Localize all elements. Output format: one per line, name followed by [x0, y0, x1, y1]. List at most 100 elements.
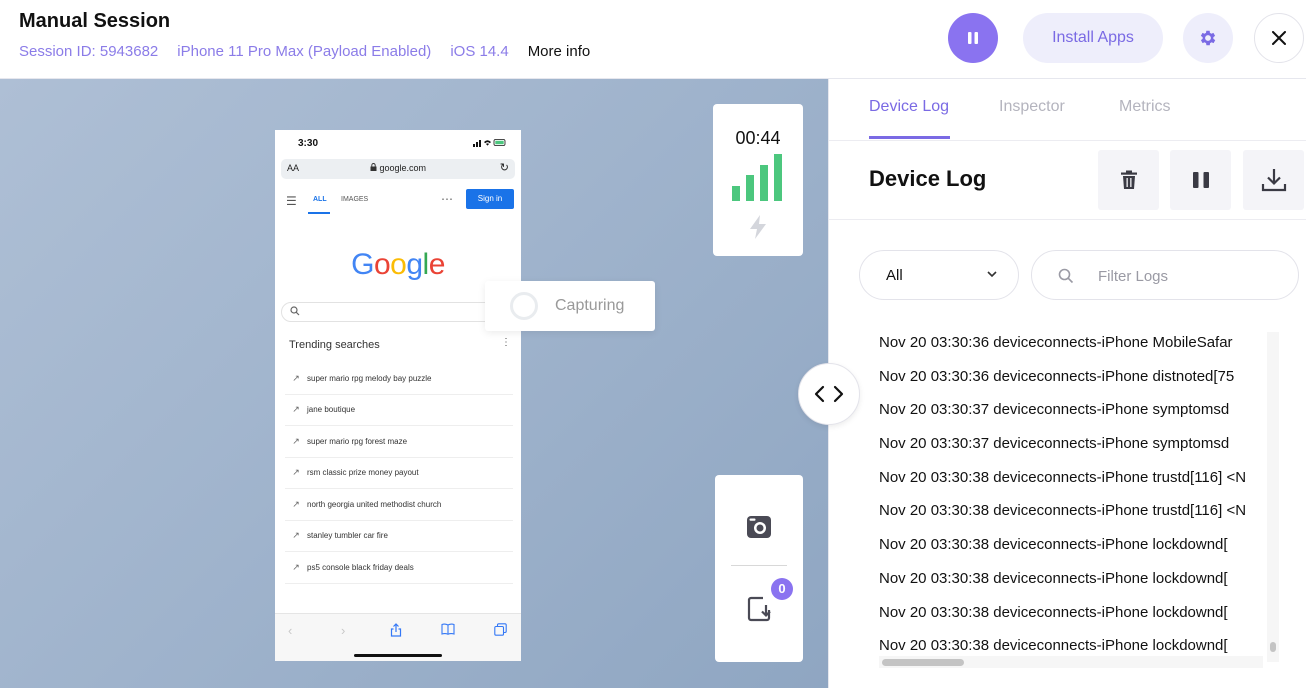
- url-text: google.com: [281, 163, 515, 173]
- tabs-icon[interactable]: [494, 623, 507, 639]
- url-value: google.com: [379, 163, 427, 173]
- trending-arrow-icon: ↗: [292, 372, 300, 383]
- filter-logs-input[interactable]: [1098, 264, 1288, 288]
- pause-icon: [1192, 172, 1209, 188]
- spinner-icon: [510, 292, 538, 320]
- log-line: Nov 20 03:30:36 deviceconnects-iPhone di…: [879, 367, 1235, 385]
- pause-session-button[interactable]: [948, 13, 998, 63]
- settings-button[interactable]: [1183, 13, 1233, 63]
- battery-charging-icon: [750, 215, 766, 239]
- trending-item[interactable]: ↗ rsm classic prize money payout: [285, 458, 513, 489]
- session-timer-panel: 00:44: [713, 104, 803, 256]
- tab-metrics[interactable]: Metrics: [1119, 98, 1171, 116]
- google-nav: ☰ ALL IMAGES ⋯ Sign in: [275, 188, 521, 214]
- bookmarks-icon[interactable]: [441, 623, 455, 638]
- session-timer: 00:44: [735, 128, 781, 148]
- side-panel: Device Log Inspector Metrics Device Log …: [828, 79, 1306, 688]
- session-info-row: Session ID: 5943682 iPhone 11 Pro Max (P…: [19, 43, 590, 60]
- session-id: Session ID: 5943682: [19, 43, 159, 60]
- os-version: iOS 14.4: [450, 43, 509, 60]
- active-tab-underline: [869, 136, 950, 139]
- capture-tools-panel: 0: [715, 475, 803, 662]
- log-line: Nov 20 03:30:37 deviceconnects-iPhone sy…: [879, 435, 1230, 453]
- trending-list: ↗ super mario rpg melody bay puzzle ↗ jane…: [285, 363, 513, 584]
- google-search-input[interactable]: [281, 302, 515, 322]
- trending-title: Trending searches: [289, 339, 380, 351]
- apps-grid-icon[interactable]: ⋯: [441, 192, 453, 206]
- log-vertical-scrollbar[interactable]: [1267, 332, 1279, 662]
- download-tray-icon: [747, 596, 771, 622]
- log-level-select[interactable]: All: [859, 250, 1019, 300]
- forward-icon[interactable]: ›: [341, 623, 345, 638]
- trending-item[interactable]: ↗ ps5 console black friday deals: [285, 552, 513, 584]
- phone-status-icons: [473, 138, 507, 149]
- trending-item[interactable]: ↗ north georgia united methodist church: [285, 489, 513, 521]
- more-options-icon[interactable]: ⋮: [501, 337, 511, 348]
- device-stage: 3:30 AA google.com ↻ ☰ ALL IMAGES ⋯ Sign…: [0, 79, 828, 688]
- back-icon[interactable]: ‹: [288, 623, 292, 638]
- code-arrows-icon: [814, 385, 844, 403]
- install-apps-button[interactable]: Install Apps: [1023, 13, 1163, 63]
- divider: [829, 219, 1306, 220]
- clear-logs-button[interactable]: [1098, 150, 1159, 210]
- trash-icon: [1120, 170, 1137, 189]
- search-icon: [1058, 268, 1074, 284]
- pause-logs-button[interactable]: [1170, 150, 1231, 210]
- trending-arrow-icon: ↗: [292, 404, 300, 415]
- screenshot-button[interactable]: [746, 514, 772, 545]
- tab-device-log[interactable]: Device Log: [869, 98, 949, 116]
- search-icon: [290, 306, 300, 318]
- trending-arrow-icon: ↗: [292, 435, 300, 446]
- page-title: Manual Session: [19, 10, 171, 32]
- lock-icon: [370, 163, 377, 171]
- trending-item[interactable]: ↗ super mario rpg melody bay puzzle: [285, 363, 513, 395]
- safari-address-bar[interactable]: AA google.com ↻: [281, 159, 515, 179]
- pause-icon: [968, 32, 978, 44]
- safari-toolbar: ‹ ›: [275, 613, 521, 661]
- log-list: Nov 20 03:30:36 deviceconnects-iPhone Mo…: [879, 332, 1263, 662]
- device-name: iPhone 11 Pro Max (Payload Enabled): [177, 43, 432, 60]
- phone-status-bar: 3:30: [275, 130, 521, 156]
- google-logo: Google: [351, 248, 445, 281]
- tab-all[interactable]: ALL: [313, 196, 327, 203]
- downloads-button[interactable]: [746, 595, 774, 628]
- chevron-down-icon: [987, 271, 997, 278]
- downloads-count-badge: 0: [771, 578, 793, 600]
- log-line: Nov 20 03:30:38 deviceconnects-iPhone lo…: [879, 569, 1228, 587]
- reload-icon[interactable]: ↻: [500, 161, 509, 174]
- scrollbar-thumb[interactable]: [1270, 642, 1276, 652]
- download-icon: [1261, 169, 1286, 192]
- filter-logs-field[interactable]: [1031, 250, 1299, 300]
- session-header: Manual Session Session ID: 5943682 iPhon…: [0, 0, 1306, 79]
- scrollbar-thumb[interactable]: [882, 659, 964, 666]
- hamburger-menu-icon[interactable]: ☰: [286, 194, 297, 208]
- tab-images[interactable]: IMAGES: [341, 196, 368, 203]
- trending-item[interactable]: ↗ jane boutique: [285, 395, 513, 426]
- trending-arrow-icon: ↗: [292, 561, 300, 572]
- gear-icon: [1200, 30, 1216, 46]
- trending-arrow-icon: ↗: [292, 498, 300, 509]
- trending-item[interactable]: ↗ stanley tumbler car fire: [285, 521, 513, 552]
- log-level-value: All: [886, 267, 903, 284]
- panel-tabs: Device Log Inspector Metrics: [829, 79, 1306, 141]
- tab-all-underline: [308, 212, 330, 214]
- panel-toggle-button[interactable]: [798, 363, 860, 425]
- log-horizontal-scrollbar[interactable]: [879, 656, 1263, 668]
- share-icon[interactable]: [390, 623, 402, 640]
- tab-inspector[interactable]: Inspector: [999, 98, 1065, 116]
- close-session-button[interactable]: [1254, 13, 1304, 63]
- sign-in-button[interactable]: Sign in: [466, 189, 514, 209]
- log-line: Nov 20 03:30:36 deviceconnects-iPhone Mo…: [879, 334, 1233, 351]
- more-info-link[interactable]: More info: [528, 43, 591, 60]
- trending-arrow-icon: ↗: [292, 530, 300, 541]
- download-logs-button[interactable]: [1243, 150, 1304, 210]
- log-line: Nov 20 03:30:38 deviceconnects-iPhone lo…: [879, 536, 1228, 554]
- capturing-label: Capturing: [555, 297, 625, 314]
- log-line: Nov 20 03:30:37 deviceconnects-iPhone sy…: [879, 401, 1230, 419]
- divider: [731, 565, 787, 566]
- device-screen[interactable]: 3:30 AA google.com ↻ ☰ ALL IMAGES ⋯ Sign…: [275, 130, 521, 661]
- home-indicator: [354, 654, 442, 657]
- signal-icon: [473, 139, 506, 147]
- trending-item[interactable]: ↗ super mario rpg forest maze: [285, 426, 513, 458]
- device-log-title: Device Log: [869, 166, 987, 191]
